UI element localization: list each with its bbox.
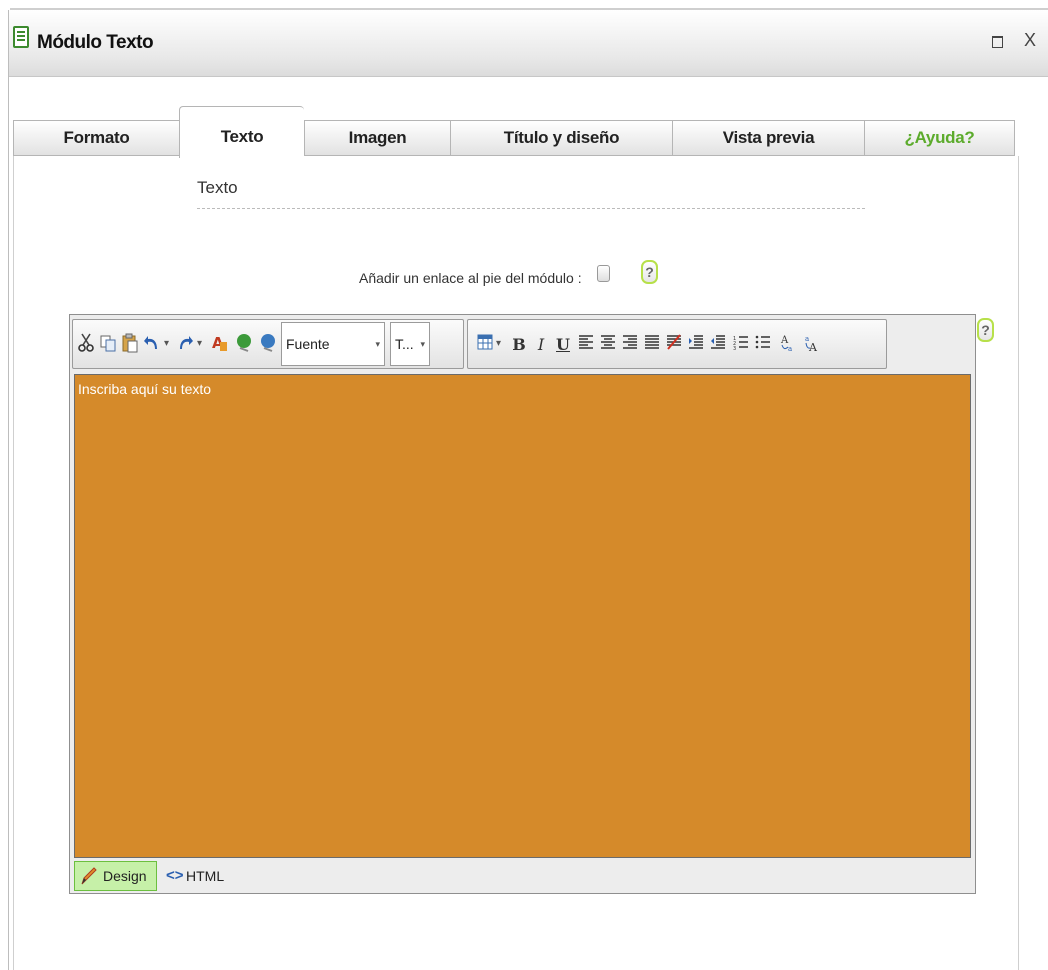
table-dropdown-icon[interactable]: ▾ xyxy=(496,338,501,349)
remove-link-icon[interactable] xyxy=(258,333,278,357)
design-mode-label: Design xyxy=(103,868,147,884)
toolbar-group-format: ▾ B I U 1 2 3 A a A a xyxy=(467,319,887,369)
tab-formato[interactable]: Formato xyxy=(13,120,179,156)
maximize-icon[interactable] xyxy=(992,36,1003,48)
clear-format-icon[interactable] xyxy=(665,333,683,357)
align-justify-icon[interactable] xyxy=(643,333,661,357)
title-bar: Módulo Texto X xyxy=(9,10,1048,77)
indent-icon[interactable] xyxy=(687,333,705,357)
document-icon xyxy=(13,26,29,53)
cut-icon[interactable] xyxy=(77,333,95,357)
window-title: Módulo Texto xyxy=(37,32,154,53)
design-mode-button[interactable]: Design xyxy=(74,861,157,891)
chevron-down-icon: ▾ xyxy=(420,339,425,349)
help-icon-link[interactable]: ? xyxy=(641,260,658,284)
help-icon-editor[interactable]: ? xyxy=(977,318,994,342)
svg-text:A: A xyxy=(808,341,818,353)
align-right-icon[interactable] xyxy=(621,333,639,357)
underline-icon[interactable]: U xyxy=(554,333,572,357)
module-window: Módulo Texto X Formato Texto Imagen Títu… xyxy=(8,10,1048,970)
align-left-icon[interactable] xyxy=(577,333,595,357)
tab-bar: Formato Texto Imagen Título y diseño Vis… xyxy=(13,106,1017,158)
italic-icon[interactable]: I xyxy=(532,333,550,357)
outdent-icon[interactable] xyxy=(709,333,727,357)
html-mode-label: HTML xyxy=(186,868,225,884)
copy-icon[interactable] xyxy=(99,333,117,357)
section-divider xyxy=(197,208,865,209)
rich-text-editor: ▾ ▾ A Fuente ▾ T... ▾ ▾ B I U 1 2 3 A a … xyxy=(69,314,976,894)
pencil-icon xyxy=(80,866,98,895)
font-select[interactable]: Fuente ▾ xyxy=(281,322,385,366)
html-mode-button[interactable]: <> HTML xyxy=(164,861,224,891)
bullet-list-icon[interactable] xyxy=(754,333,772,357)
ordered-list-icon[interactable]: 123 xyxy=(732,333,750,357)
paste-icon[interactable] xyxy=(121,333,139,357)
superscript-icon[interactable]: Aa xyxy=(802,333,822,357)
size-select-value: T... xyxy=(395,336,414,352)
redo-icon[interactable] xyxy=(176,333,194,357)
footer-link-label: Añadir un enlace al pie del módulo : xyxy=(359,270,582,286)
table-icon[interactable] xyxy=(476,333,494,357)
svg-text:a: a xyxy=(805,335,809,343)
toolbar-group-edit: ▾ ▾ A Fuente ▾ T... ▾ xyxy=(72,319,464,369)
bold-icon[interactable]: B xyxy=(510,333,528,357)
align-center-icon[interactable] xyxy=(599,333,617,357)
tab-imagen[interactable]: Imagen xyxy=(304,120,450,156)
tab-vista-previa[interactable]: Vista previa xyxy=(672,120,864,156)
font-select-value: Fuente xyxy=(286,336,330,352)
size-select[interactable]: T... ▾ xyxy=(390,322,430,366)
undo-icon[interactable] xyxy=(143,333,161,357)
undo-dropdown-icon[interactable]: ▾ xyxy=(164,338,169,349)
tab-texto[interactable]: Texto xyxy=(179,106,304,158)
redo-dropdown-icon[interactable]: ▾ xyxy=(197,338,202,349)
subscript-icon[interactable]: Aa xyxy=(778,333,798,357)
footer-link-checkbox[interactable] xyxy=(597,265,610,282)
svg-text:3: 3 xyxy=(733,346,736,350)
svg-text:a: a xyxy=(788,345,792,353)
section-label: Texto xyxy=(197,178,238,197)
highlight-icon[interactable]: A xyxy=(210,333,230,357)
tab-ayuda[interactable]: ¿Ayuda? xyxy=(864,120,1015,156)
editor-content[interactable]: Inscriba aquí su texto xyxy=(74,374,971,858)
close-button[interactable]: X xyxy=(1024,30,1036,51)
chevron-down-icon: ▾ xyxy=(375,339,380,349)
tab-titulo-diseno[interactable]: Título y diseño xyxy=(450,120,672,156)
code-icon: <> xyxy=(166,867,184,884)
insert-link-icon[interactable] xyxy=(234,333,254,357)
